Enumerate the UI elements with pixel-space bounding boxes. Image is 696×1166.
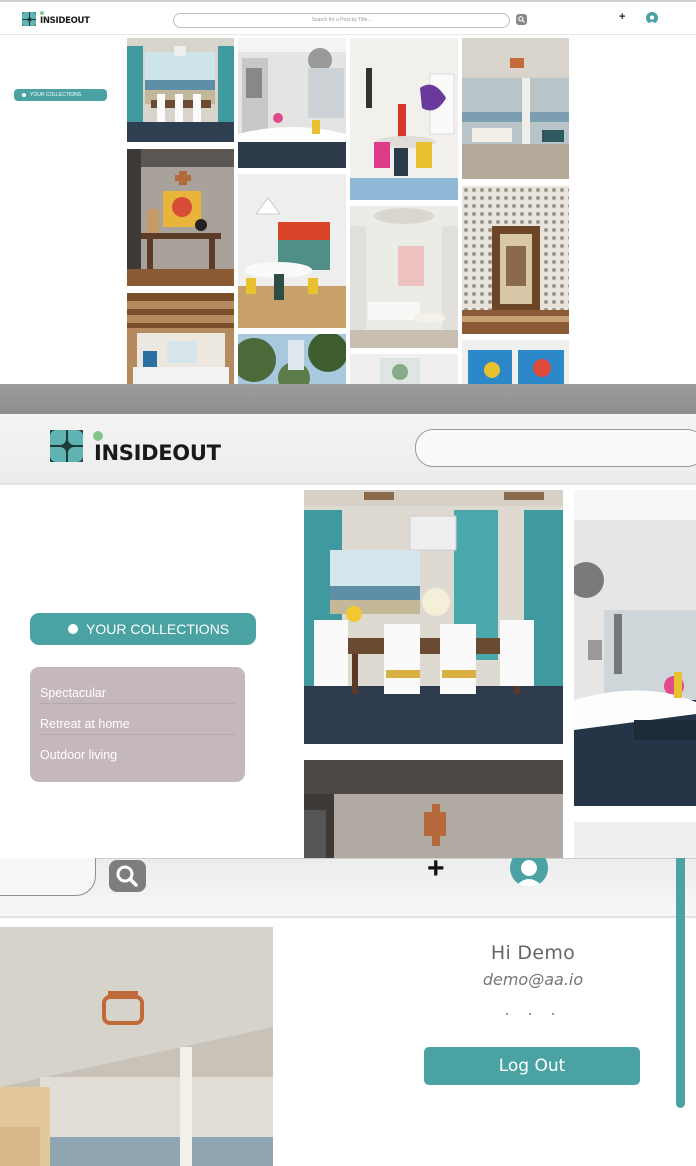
logo-dot: [93, 431, 103, 441]
user-avatar-icon[interactable]: [510, 858, 548, 887]
insideout-logo-icon[interactable]: [22, 12, 36, 26]
top-nav-zoomed: INSIDEOUT: [0, 414, 696, 485]
collection-item[interactable]: Retreat at home: [40, 704, 235, 735]
search-button[interactable]: [109, 860, 146, 892]
console-table-art[interactable]: [127, 149, 234, 286]
top-nav-zoomed: +: [0, 858, 696, 918]
search-input[interactable]: [0, 858, 96, 896]
user-avatar-icon[interactable]: [646, 12, 658, 24]
window-chrome: [0, 384, 696, 414]
user-greeting: Hi Demo: [490, 942, 576, 964]
colorful-art[interactable]: [462, 340, 569, 384]
zoomed-sidebar-view: INSIDEOUT YOUR COLLECTIONS Spectacular R…: [0, 384, 696, 858]
collection-item[interactable]: Outdoor living: [40, 735, 235, 766]
trees-view[interactable]: [238, 334, 346, 384]
bathroom-chandelier[interactable]: [574, 490, 696, 806]
zoomed-user-menu-view: + Hi Demo demo@aa.io · · · Log Out: [0, 858, 696, 1166]
search-input[interactable]: Search for a Post by Title...: [173, 13, 510, 28]
terrace-sea-view[interactable]: [0, 927, 273, 1166]
your-collections-button[interactable]: YOUR COLLECTIONS: [30, 613, 256, 645]
brand-name[interactable]: INSIDEOUT: [40, 16, 90, 26]
user-email: demo@aa.io: [482, 970, 584, 989]
dining-room-ocean-view[interactable]: [127, 38, 234, 142]
bathroom-chandelier[interactable]: [238, 38, 346, 168]
logout-button[interactable]: Log Out: [424, 1047, 640, 1085]
white-living-room[interactable]: [350, 206, 458, 348]
white-interior[interactable]: [350, 354, 458, 384]
search-icon: [116, 865, 138, 887]
more-options-icon[interactable]: · · ·: [498, 1003, 568, 1024]
search-input[interactable]: [415, 429, 696, 467]
logo-dot: [40, 11, 44, 15]
terrace-sea-view[interactable]: [462, 38, 569, 179]
full-page-view: INSIDEOUT Search for a Post by Title... …: [0, 0, 696, 384]
your-collections-button[interactable]: YOUR COLLECTIONS: [14, 89, 107, 101]
add-post-button[interactable]: +: [427, 858, 445, 884]
modern-kitchen[interactable]: [574, 822, 696, 858]
insideout-logo-icon[interactable]: [50, 430, 83, 462]
console-table-art[interactable]: [304, 760, 563, 858]
collection-item[interactable]: Spectacular: [40, 673, 235, 704]
modern-kitchen[interactable]: [238, 174, 346, 328]
collections-dropdown: Spectacular Retreat at home Outdoor livi…: [30, 667, 245, 782]
scrollbar[interactable]: [676, 858, 685, 1108]
wood-beam-living-room[interactable]: [127, 293, 234, 384]
search-icon: [518, 16, 525, 23]
add-post-button[interactable]: +: [619, 11, 625, 23]
top-nav: INSIDEOUT Search for a Post by Title... …: [0, 2, 696, 35]
colorful-dining-chairs[interactable]: [350, 38, 458, 200]
brand-name[interactable]: INSIDEOUT: [94, 441, 221, 465]
dining-room-ocean-view[interactable]: [304, 490, 563, 744]
search-button[interactable]: [516, 14, 527, 25]
patterned-wallpaper-doorway[interactable]: [462, 186, 569, 334]
